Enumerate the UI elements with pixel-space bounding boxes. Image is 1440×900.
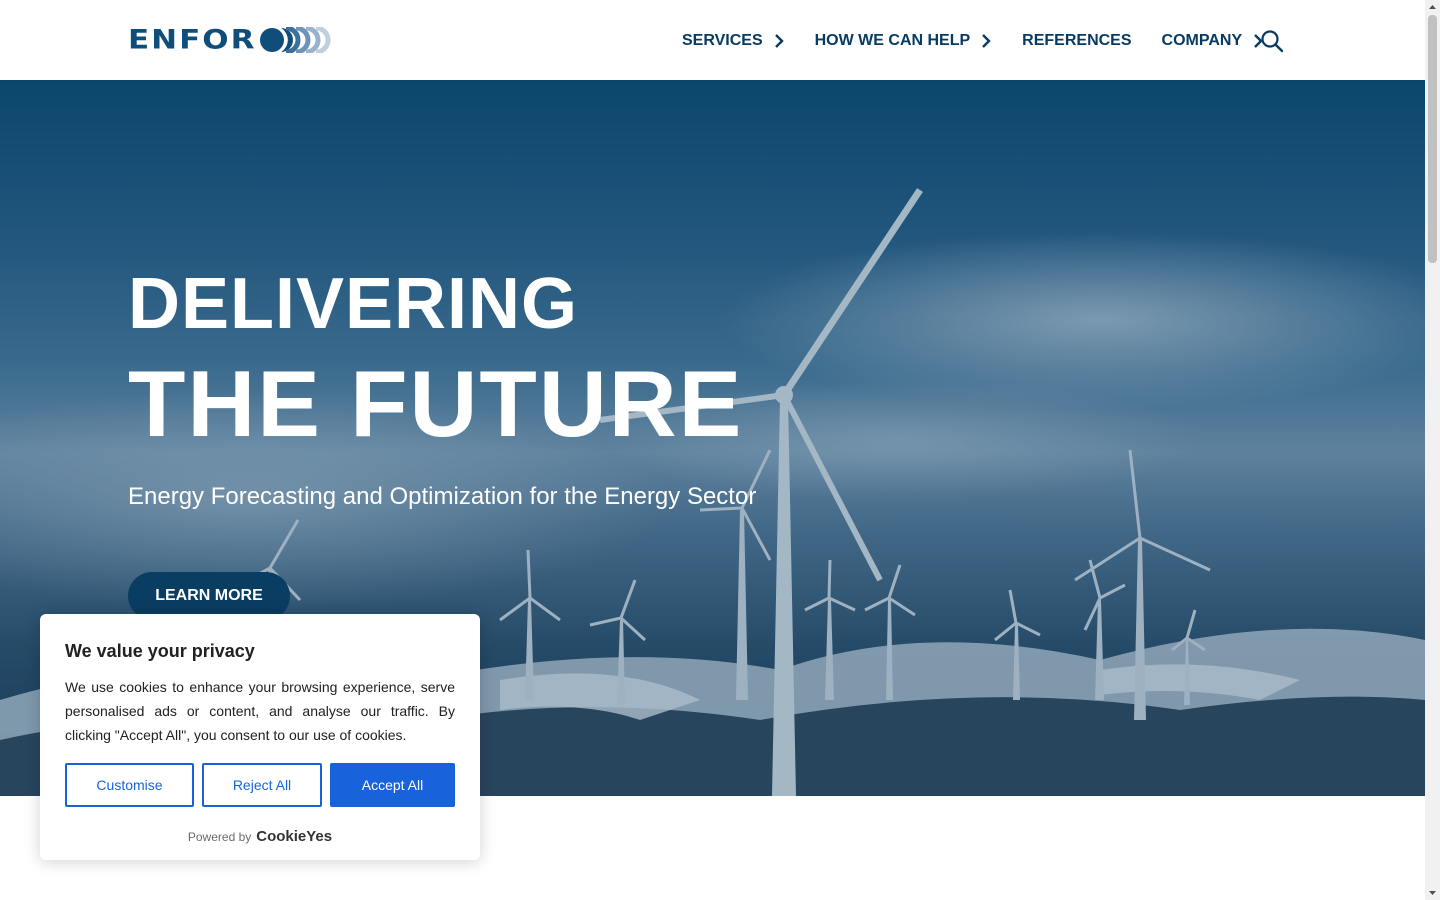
hero-title-line-2: THE FUTURE <box>128 351 744 456</box>
logo-wordmark: ENFOR <box>128 24 257 56</box>
learn-more-button[interactable]: LEARN MORE <box>128 572 290 620</box>
cookie-banner-title: We value your privacy <box>65 641 255 661</box>
main-nav: SERVICES HOW WE CAN HELP REFERENCES COMP… <box>682 30 1294 52</box>
scroll-up-arrow-icon[interactable] <box>1425 0 1440 15</box>
logo-waves-icon <box>259 27 331 53</box>
nav-item-references[interactable]: REFERENCES <box>1022 32 1131 50</box>
nav-label: COMPANY <box>1161 32 1243 49</box>
hero-title-line-1: DELIVERING <box>128 264 579 344</box>
powered-by: Powered by CookieYes <box>40 828 480 845</box>
site-header: ENFOR SERVICES HOW WE CAN HELP REFERENCE… <box>0 0 1425 80</box>
scroll-down-arrow-icon[interactable] <box>1425 885 1440 900</box>
customise-button[interactable]: Customise <box>65 763 194 807</box>
search-button[interactable] <box>1260 29 1284 53</box>
search-icon <box>1261 30 1284 53</box>
nav-label: REFERENCES <box>1022 32 1132 49</box>
cookie-banner-text: We use cookies to enhance your browsing … <box>65 679 455 743</box>
powered-by-label: Powered by <box>187 829 252 844</box>
enfor-logo[interactable]: ENFOR <box>128 27 335 53</box>
hero-subtitle: Energy Forecasting and Optimization for … <box>128 483 757 510</box>
cookie-consent-banner: We value your privacy We use cookies to … <box>40 614 480 860</box>
chevron-right-icon <box>982 34 991 48</box>
nav-label: HOW WE CAN HELP <box>814 32 971 49</box>
nav-item-services[interactable]: SERVICES <box>682 32 785 50</box>
reject-all-button[interactable]: Reject All <box>202 763 322 807</box>
nav-item-company[interactable]: COMPANY <box>1162 32 1265 50</box>
chevron-right-icon <box>774 34 784 48</box>
cookieyes-logo[interactable]: CookieYes <box>256 828 332 845</box>
nav-item-how-we-can-help[interactable]: HOW WE CAN HELP <box>815 32 993 50</box>
accept-all-button[interactable]: Accept All <box>330 763 455 807</box>
page-scrollbar[interactable] <box>1425 0 1440 900</box>
nav-label: SERVICES <box>682 32 763 49</box>
scrollbar-thumb[interactable] <box>1428 15 1437 263</box>
